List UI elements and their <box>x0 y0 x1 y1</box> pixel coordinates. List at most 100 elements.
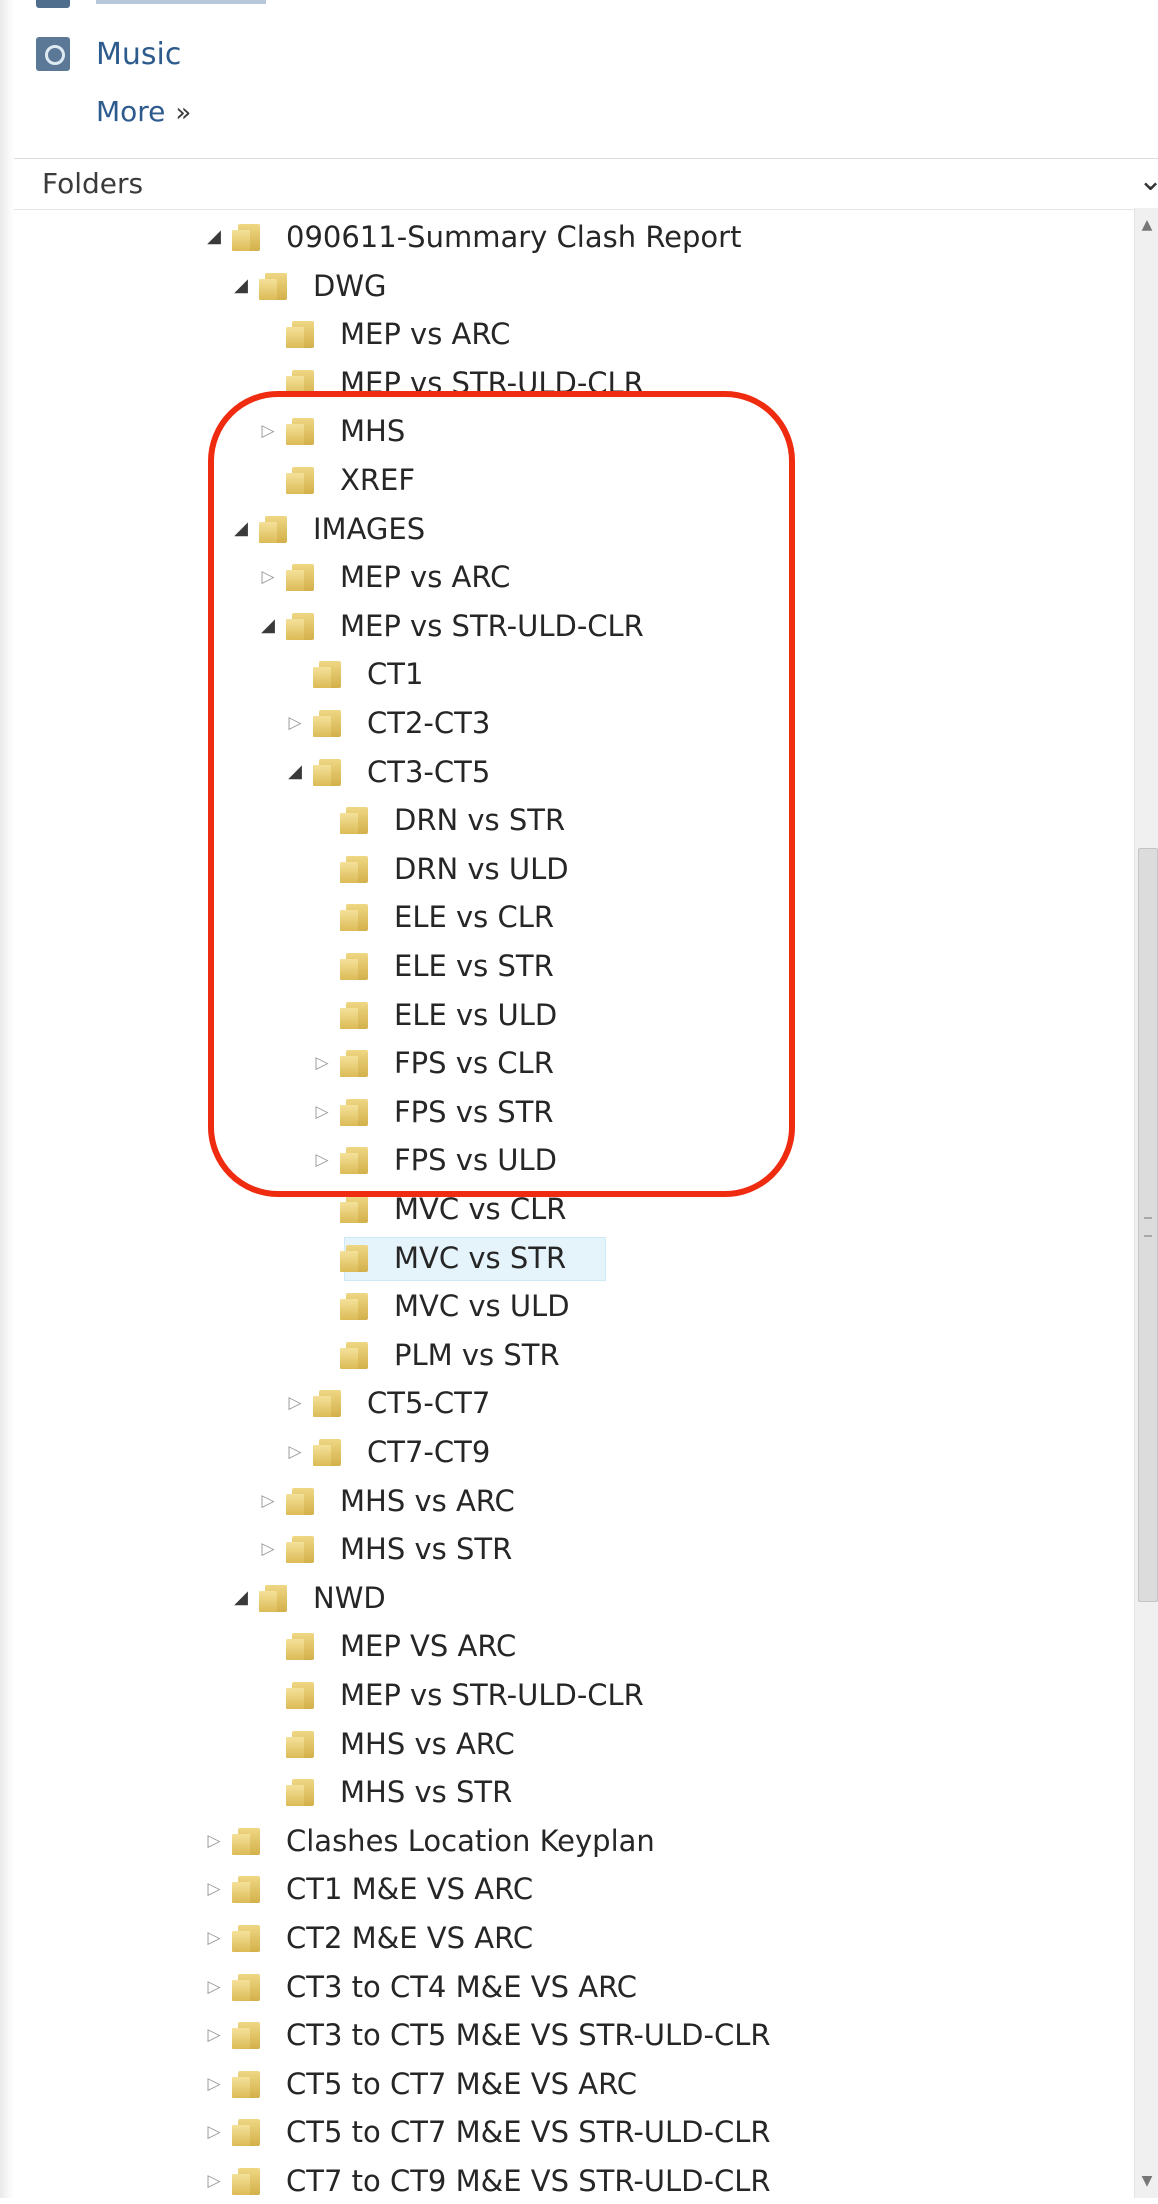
tree-item[interactable]: ▷ FPS vs ULD <box>0 1137 1120 1183</box>
collapsed-arrow-icon[interactable]: ▷ <box>257 554 279 600</box>
tree-item[interactable]: ▷ CT7-CT9 <box>0 1429 1120 1475</box>
tree-item[interactable]: ▷ CT5-CT7 <box>0 1380 1120 1426</box>
tree-item[interactable]: ▷ CT2 M&E VS ARC <box>0 1915 1120 1961</box>
music-library-icon <box>36 37 70 71</box>
collapsed-arrow-icon[interactable]: ▷ <box>311 1040 333 1086</box>
tree-item-label: IMAGES <box>313 511 426 546</box>
tree-item[interactable]: DRN vs STR <box>0 797 1120 843</box>
tree-item[interactable]: MEP vs STR-ULD-CLR <box>0 1672 1120 1718</box>
folder-icon <box>232 2070 264 2098</box>
collapsed-arrow-icon[interactable]: ▷ <box>311 1137 333 1183</box>
more-link[interactable]: More » <box>96 95 191 128</box>
tree-item[interactable]: ▷ MHS <box>0 408 1120 454</box>
folder-icon <box>232 1973 264 2001</box>
tree-item[interactable]: ◢ IMAGES <box>0 506 1120 552</box>
folder-icon <box>286 1730 318 1758</box>
folders-header[interactable]: Folders ⌄ <box>14 158 1158 210</box>
tree-item[interactable]: MVC vs CLR <box>0 1186 1120 1232</box>
tree-item[interactable]: ▷ CT5 to CT7 M&E VS STR-ULD-CLR <box>0 2109 1120 2155</box>
collapsed-arrow-icon[interactable]: ▷ <box>257 1526 279 1572</box>
folder-icon <box>340 1098 372 1126</box>
tree-item[interactable]: MVC vs ULD <box>0 1283 1120 1329</box>
folder-icon <box>232 224 264 251</box>
favorite-label: Music <box>96 36 182 72</box>
folder-icon <box>232 1925 264 1952</box>
tree-item[interactable]: ▷ CT7 to CT9 M&E VS STR-ULD-CLR <box>0 2158 1120 2204</box>
collapsed-arrow-icon[interactable]: ▷ <box>203 2012 225 2058</box>
collapsed-arrow-icon[interactable]: ▷ <box>203 1866 225 1912</box>
scroll-thumb[interactable] <box>1138 848 1158 1602</box>
collapsed-arrow-icon[interactable]: ▷ <box>257 1478 279 1524</box>
tree-item[interactable]: ELE vs CLR <box>0 894 1120 940</box>
folder-icon <box>340 1196 372 1223</box>
vertical-scrollbar[interactable]: ▲ ▼ <box>1134 208 1158 2198</box>
scroll-down-arrow-icon[interactable]: ▼ <box>1135 2168 1158 2194</box>
tree-item[interactable]: ▷ CT1 M&E VS ARC <box>0 1866 1120 1912</box>
tree-item-label: MHS vs ARC <box>340 1726 515 1761</box>
collapsed-arrow-icon[interactable]: ▷ <box>203 1915 225 1961</box>
tree-item[interactable]: ◢ DWG <box>0 263 1120 309</box>
collapsed-arrow-icon[interactable]: ▷ <box>284 1429 306 1475</box>
collapsed-arrow-icon[interactable]: ▷ <box>203 2109 225 2155</box>
scroll-up-arrow-icon[interactable]: ▲ <box>1135 212 1158 238</box>
tree-item[interactable]: ▷ MHS vs ARC <box>0 1478 1120 1524</box>
tree-item[interactable]: ▷ Clashes Location Keyplan <box>0 1818 1120 1864</box>
chevron-down-icon[interactable]: ⌄ <box>1138 163 1158 198</box>
tree-item[interactable]: MEP vs ARC <box>0 311 1120 357</box>
favorite-item-music[interactable]: Music <box>36 34 181 74</box>
collapsed-arrow-icon[interactable]: ▷ <box>284 1380 306 1426</box>
tree-item[interactable]: CT1 <box>0 651 1120 697</box>
tree-item[interactable]: MHS vs ARC <box>0 1721 1120 1767</box>
expanded-arrow-icon[interactable]: ◢ <box>284 749 306 795</box>
folder-icon <box>340 855 372 883</box>
folder-icon <box>259 272 291 300</box>
tree-item[interactable]: XREF <box>0 457 1120 503</box>
tree-item[interactable]: ▷ FPS vs CLR <box>0 1040 1120 1086</box>
tree-item[interactable]: MEP VS ARC <box>0 1623 1120 1669</box>
collapsed-arrow-icon[interactable]: ▷ <box>203 2061 225 2107</box>
expanded-arrow-icon[interactable]: ◢ <box>230 1575 252 1621</box>
folder-icon <box>232 2022 264 2050</box>
tree-item[interactable]: ELE vs ULD <box>0 992 1120 1038</box>
tree-item[interactable]: ▷ MHS vs STR <box>0 1526 1120 1572</box>
tree-item[interactable]: ELE vs STR <box>0 943 1120 989</box>
tree-item-label: CT3 to CT4 M&E VS ARC <box>286 1969 638 2004</box>
expanded-arrow-icon[interactable]: ◢ <box>203 214 225 260</box>
collapsed-arrow-icon[interactable]: ▷ <box>203 1818 225 1864</box>
expanded-arrow-icon[interactable]: ◢ <box>230 506 252 552</box>
tree-item-label: CT2 M&E VS ARC <box>286 1921 534 1955</box>
tree-item[interactable]: ▷ CT3 to CT4 M&E VS ARC <box>0 1964 1120 2010</box>
folder-icon <box>286 369 318 397</box>
tree-item[interactable]: ◢ CT3-CT5 <box>0 749 1120 795</box>
collapsed-arrow-icon[interactable]: ▷ <box>311 1089 333 1135</box>
folder-icon <box>313 758 345 786</box>
tree-item-label: CT7 to CT9 M&E VS STR-ULD-CLR <box>286 2164 771 2198</box>
tree-item-label: PLM vs STR <box>394 1337 560 1372</box>
tree-item[interactable]: MEP vs STR-ULD-CLR <box>0 360 1120 406</box>
tree-item[interactable]: DRN vs ULD <box>0 846 1120 892</box>
collapsed-arrow-icon[interactable]: ▷ <box>203 2158 225 2204</box>
tree-item[interactable]: ◢ MEP vs STR-ULD-CLR <box>0 603 1120 649</box>
tree-item-label: DRN vs STR <box>394 803 566 838</box>
partially-visible-favorite[interactable] <box>36 0 266 12</box>
expanded-arrow-icon[interactable]: ◢ <box>257 603 279 649</box>
tree-item[interactable]: ▷ CT2-CT3 <box>0 700 1120 746</box>
tree-item-label: MVC vs CLR <box>394 1192 567 1226</box>
tree-item[interactable]: MVC vs STR <box>0 1235 1120 1281</box>
tree-item[interactable]: ▷ MEP vs ARC <box>0 554 1120 600</box>
tree-item[interactable]: MHS vs STR <box>0 1769 1120 1815</box>
tree-item-label: MVC vs ULD <box>394 1289 570 1324</box>
expanded-arrow-icon[interactable]: ◢ <box>230 263 252 309</box>
tree-item[interactable]: ▷ CT3 to CT5 M&E VS STR-ULD-CLR <box>0 2012 1120 2058</box>
tree-item-label: FPS vs ULD <box>394 1143 557 1178</box>
collapsed-arrow-icon[interactable]: ▷ <box>284 700 306 746</box>
collapsed-arrow-icon[interactable]: ▷ <box>257 408 279 454</box>
collapsed-arrow-icon[interactable]: ▷ <box>203 1964 225 2010</box>
tree-item[interactable]: PLM vs STR <box>0 1332 1120 1378</box>
tree-item[interactable]: ▷ FPS vs STR <box>0 1089 1120 1135</box>
tree-item[interactable]: ▷ CT5 to CT7 M&E VS ARC <box>0 2061 1120 2107</box>
folder-icon <box>286 1536 318 1564</box>
tree-item[interactable]: ◢ 090611-Summary Clash Report <box>0 214 1120 260</box>
tree-item[interactable]: ◢ NWD <box>0 1575 1120 1621</box>
folder-icon <box>286 321 318 349</box>
